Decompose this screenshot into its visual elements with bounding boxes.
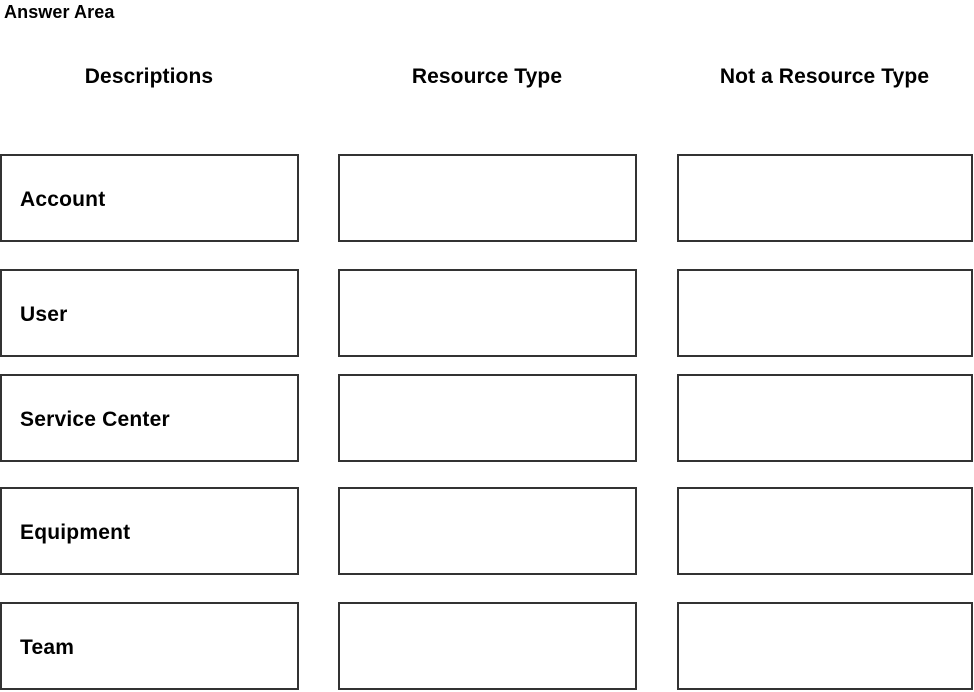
table-row: Service Center	[0, 374, 974, 462]
description-label: Service Center	[20, 408, 170, 431]
resource-type-slot-service-center[interactable]	[338, 374, 637, 462]
resource-type-slot-account[interactable]	[338, 154, 637, 242]
description-label: Account	[20, 188, 106, 211]
table-row: Account	[0, 154, 974, 242]
resource-type-slot-equipment[interactable]	[338, 487, 637, 575]
description-label: Equipment	[20, 521, 131, 544]
table-row: Team	[0, 602, 974, 690]
answer-area-page: Answer Area Descriptions Resource Type N…	[0, 0, 974, 692]
resource-type-slot-user[interactable]	[338, 269, 637, 357]
not-a-resource-type-slot-user[interactable]	[677, 269, 973, 357]
description-box-service-center: Service Center	[0, 374, 299, 462]
resource-type-slot-team[interactable]	[338, 602, 637, 690]
description-box-user: User	[0, 269, 299, 357]
table-row: Equipment	[0, 487, 974, 575]
table-row: User	[0, 269, 974, 357]
not-a-resource-type-slot-equipment[interactable]	[677, 487, 973, 575]
answer-grid: Account User Service Center Equipment Te…	[0, 0, 974, 692]
description-label: User	[20, 303, 68, 326]
description-box-team: Team	[0, 602, 299, 690]
description-box-equipment: Equipment	[0, 487, 299, 575]
not-a-resource-type-slot-service-center[interactable]	[677, 374, 973, 462]
description-label: Team	[20, 636, 75, 659]
not-a-resource-type-slot-team[interactable]	[677, 602, 973, 690]
not-a-resource-type-slot-account[interactable]	[677, 154, 973, 242]
description-box-account: Account	[0, 154, 299, 242]
